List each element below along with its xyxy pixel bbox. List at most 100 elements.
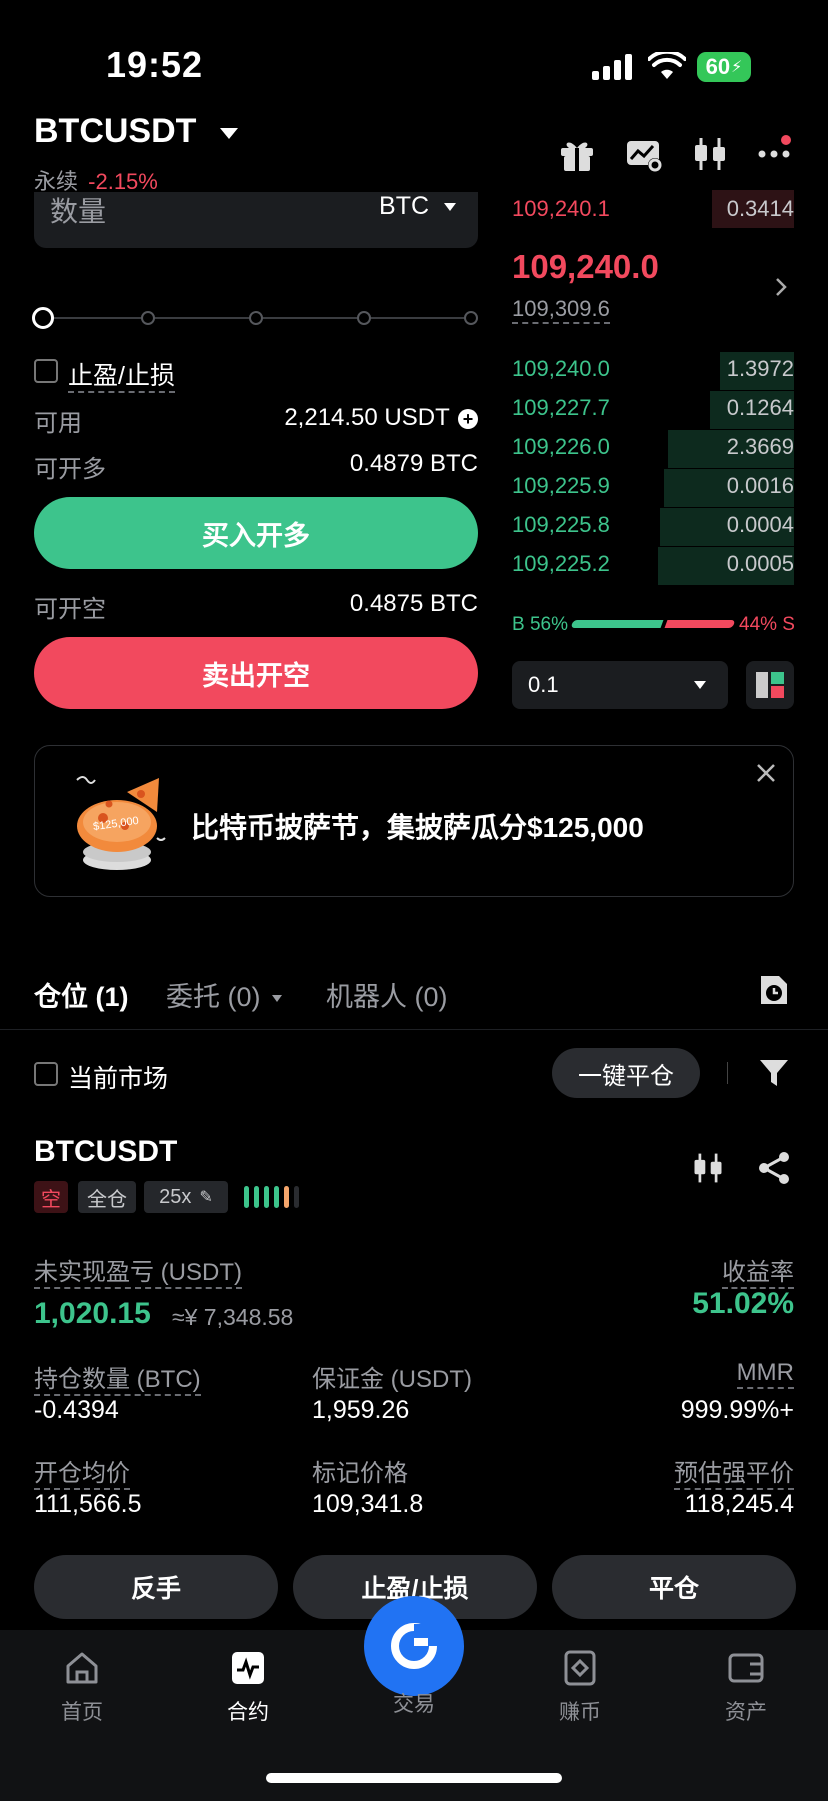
- pnl-label: 未实现盈亏 (USDT): [34, 1252, 242, 1289]
- ask-qty: 0.3414: [726, 196, 794, 221]
- position-symbol[interactable]: BTCUSDT: [34, 1135, 177, 1169]
- roe-value: 51.02%: [692, 1287, 794, 1320]
- mark-price: 109,309.6: [512, 296, 610, 324]
- separator: [727, 1062, 728, 1084]
- can-short-label: 可开空: [34, 596, 106, 623]
- bid-price[interactable]: 109,225.9: [512, 473, 610, 499]
- bid-price[interactable]: 109,226.0: [512, 434, 610, 460]
- entry-label: 开仓均价: [34, 1453, 130, 1490]
- chevron-right-icon[interactable]: [774, 276, 788, 303]
- wallet-icon: [728, 1653, 764, 1683]
- status-time: 19:52: [106, 44, 204, 85]
- slider-stop[interactable]: [464, 311, 478, 325]
- edit-icon: ✎: [199, 1189, 213, 1206]
- caret-down-icon: [219, 127, 238, 139]
- chart-settings-icon[interactable]: [624, 134, 664, 174]
- close-icon[interactable]: [755, 762, 777, 789]
- mmr-label: MMR: [736, 1359, 794, 1389]
- gift-icon[interactable]: [557, 134, 597, 174]
- risk-level-icon: [244, 1186, 304, 1213]
- battery-indicator: 60 ⚡: [697, 52, 751, 82]
- slider-stop[interactable]: [141, 311, 155, 325]
- can-long-label: 可开多: [34, 456, 106, 483]
- quantity-label: 数量: [50, 196, 107, 227]
- depth-step-select[interactable]: 0.1: [512, 661, 728, 709]
- filter-icon[interactable]: [758, 1057, 790, 1094]
- earn-icon: [564, 1650, 596, 1686]
- current-market-label: 当前市场: [68, 1065, 169, 1093]
- can-long-value: 0.4879 BTC: [349, 450, 478, 477]
- nav-futures[interactable]: 合约: [188, 1648, 308, 1726]
- symbol-selector[interactable]: BTCUSDT: [34, 112, 238, 151]
- nav-trade[interactable]: 交易: [354, 1680, 474, 1718]
- entry-value: 111,566.5: [34, 1490, 142, 1518]
- close-position-button[interactable]: 平仓: [552, 1555, 796, 1619]
- mmr-value: 999.99%+: [680, 1396, 794, 1424]
- bid-price[interactable]: 109,240.0: [512, 356, 610, 382]
- quantity-input[interactable]: 数量 BTC: [34, 192, 478, 248]
- add-funds-icon[interactable]: +: [458, 408, 478, 429]
- available-value: 2,214.50 USDT +: [250, 404, 478, 432]
- leverage-badge[interactable]: 25x ✎: [144, 1181, 228, 1213]
- liq-value: 118,245.4: [684, 1490, 794, 1518]
- margin-mode-badge: 全仓: [78, 1181, 136, 1213]
- slider-knob[interactable]: [32, 307, 54, 329]
- pizza-icon: $125,000: [73, 768, 173, 883]
- nav-home[interactable]: 首页: [22, 1648, 142, 1726]
- can-short-value: 0.4875 BTC: [349, 590, 478, 617]
- unit-selector[interactable]: BTC: [379, 192, 456, 221]
- reverse-button[interactable]: 反手: [34, 1555, 278, 1619]
- caret-down-icon: [694, 681, 706, 689]
- bid-price[interactable]: 109,225.8: [512, 512, 610, 538]
- home-icon: [66, 1652, 98, 1684]
- futures-icon: [232, 1652, 264, 1684]
- size-value: -0.4394: [34, 1396, 119, 1424]
- sell-ratio-bar: [664, 620, 736, 628]
- ask-price[interactable]: 109,240.1: [512, 196, 610, 222]
- promo-banner[interactable]: $125,000 比特币披萨节，集披萨瓜分$125,000: [34, 745, 794, 897]
- home-indicator: [266, 1773, 562, 1783]
- bid-qty: 1.3972: [726, 356, 794, 381]
- more-icon[interactable]: [756, 134, 796, 174]
- share-icon[interactable]: [756, 1150, 792, 1191]
- size-label: 持仓数量 (BTC): [34, 1359, 201, 1396]
- bid-qty: 0.0004: [726, 512, 794, 537]
- buy-long-button[interactable]: 买入开多: [34, 497, 478, 569]
- slider-stop[interactable]: [249, 311, 263, 325]
- last-price: 109,240.0: [512, 248, 659, 285]
- bid-qty: 2.3669: [726, 434, 794, 459]
- bid-qty: 0.0016: [726, 473, 794, 498]
- candlestick-icon[interactable]: [690, 1150, 726, 1191]
- buy-ratio-bar: [570, 620, 664, 628]
- sell-ratio: 44% S: [739, 614, 795, 635]
- bid-qty: 0.0005: [726, 551, 794, 576]
- sell-short-button[interactable]: 卖出开空: [34, 637, 478, 709]
- pnl-value: 1,020.15: [34, 1297, 151, 1330]
- close-all-button[interactable]: 一键平仓: [552, 1048, 700, 1098]
- history-icon[interactable]: [758, 973, 790, 1012]
- side-badge: 空: [34, 1181, 68, 1213]
- tpsl-checkbox[interactable]: [34, 359, 58, 383]
- nav-earn[interactable]: 赚币: [520, 1648, 640, 1726]
- promo-text: 比特币披萨节，集披萨瓜分$125,000: [191, 812, 644, 843]
- bid-price[interactable]: 109,225.2: [512, 551, 610, 577]
- tab-positions[interactable]: 仓位 (1): [34, 975, 129, 1014]
- current-market-checkbox[interactable]: [34, 1062, 58, 1086]
- nav-assets[interactable]: 资产: [686, 1648, 806, 1726]
- caret-down-icon: [444, 203, 456, 212]
- tab-divider: [0, 1029, 828, 1030]
- slider-stop[interactable]: [357, 311, 371, 325]
- tab-bots[interactable]: 机器人 (0): [326, 975, 448, 1014]
- tab-orders[interactable]: 委托 (0): [166, 975, 283, 1014]
- wifi-icon: [647, 49, 687, 85]
- book-layout-icon[interactable]: [746, 661, 794, 709]
- bid-qty: 0.1264: [726, 395, 794, 420]
- available-label: 可用: [34, 410, 82, 437]
- mark-value: 109,341.8: [312, 1490, 424, 1518]
- pnl-cny: ≈¥ 7,348.58: [172, 1304, 294, 1330]
- signal-icon: [592, 54, 634, 85]
- liq-label: 预估强平价: [674, 1453, 794, 1490]
- buy-ratio: B 56%: [512, 614, 568, 635]
- bid-price[interactable]: 109,227.7: [512, 395, 610, 421]
- candlestick-icon[interactable]: [690, 134, 730, 174]
